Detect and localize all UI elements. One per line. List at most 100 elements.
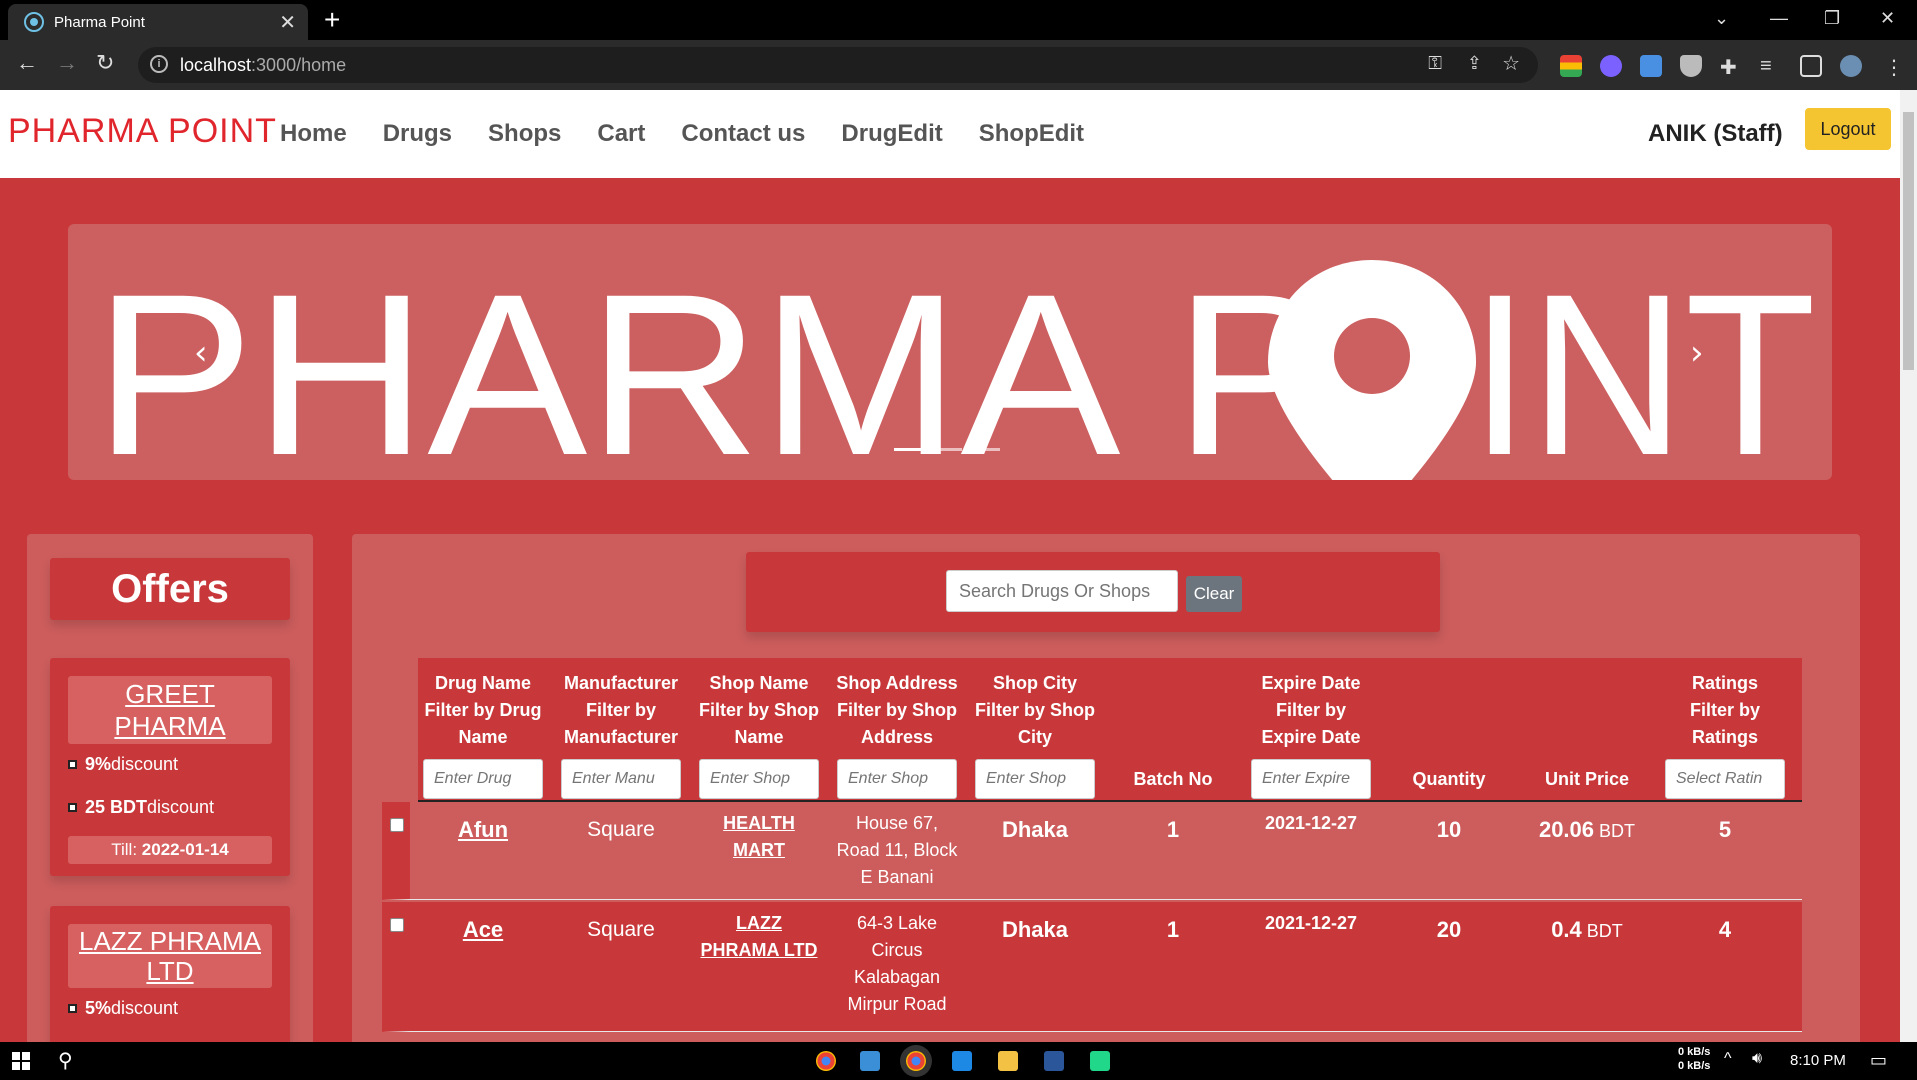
- back-icon[interactable]: ←: [16, 50, 38, 76]
- chrome-icon[interactable]: [816, 1051, 836, 1071]
- logout-button[interactable]: Logout: [1805, 108, 1891, 150]
- cell-shop-name[interactable]: HEALTH MART: [694, 810, 824, 864]
- offer-shop-name[interactable]: LAZZ PHRAMA LTD: [68, 924, 272, 988]
- nav-cart[interactable]: Cart: [597, 120, 645, 148]
- share-icon[interactable]: ⇪: [1467, 53, 1482, 74]
- nav-drugs[interactable]: Drugs: [383, 120, 452, 148]
- windows-start-icon[interactable]: [12, 1052, 30, 1070]
- offers-panel: Offers GREET PHARMA 9% discount 25 BDT d…: [27, 534, 313, 1066]
- header-expire: Expire Date Filter by Expire Date: [1246, 670, 1376, 799]
- media-icon[interactable]: ≡: [1760, 55, 1782, 77]
- shop-name-line: MART: [733, 840, 785, 860]
- scrollbar-thumb[interactable]: [1903, 112, 1914, 370]
- cell-shop-address: House 67, Road 11, Block E Banani: [832, 810, 962, 891]
- header-label: City: [1017, 727, 1052, 747]
- react-icon: [24, 12, 44, 32]
- nav-contact[interactable]: Contact us: [681, 120, 805, 148]
- info-icon[interactable]: i: [150, 55, 168, 73]
- puzzle-icon[interactable]: ✚: [1720, 55, 1742, 79]
- carousel-prev-icon[interactable]: ‹: [194, 333, 208, 373]
- price-value: 0.4: [1551, 917, 1582, 942]
- reload-icon[interactable]: ↻: [96, 50, 114, 76]
- search-box: Clear: [746, 552, 1440, 632]
- shop-address-filter-input[interactable]: [837, 759, 957, 799]
- close-tab-icon[interactable]: ✕: [279, 10, 296, 35]
- extension-color-icon[interactable]: [1560, 55, 1582, 77]
- table-row[interactable]: Afun Square HEALTH MART House 67, Road 1…: [382, 802, 1802, 900]
- table-row[interactable]: Ace Square LAZZ PHRAMA LTD 64-3 Lake Cir…: [382, 902, 1802, 1032]
- cell-batch: 1: [1166, 917, 1180, 942]
- cell-drug[interactable]: Afun: [418, 816, 548, 843]
- word-icon[interactable]: [1044, 1051, 1064, 1071]
- carousel-indicator[interactable]: [894, 448, 924, 451]
- carousel-next-icon[interactable]: ›: [1690, 333, 1704, 373]
- clock[interactable]: 8:10 PM: [1790, 1052, 1846, 1069]
- shield-icon[interactable]: [1680, 55, 1702, 77]
- translate-icon[interactable]: [1640, 55, 1662, 77]
- cell-manufacturer: Square: [587, 818, 655, 841]
- tab-search-icon[interactable]: ⌄: [1714, 8, 1729, 29]
- header-label: Shop City: [993, 673, 1077, 693]
- tab-title: Pharma Point: [54, 13, 145, 31]
- url-host: localhost: [180, 54, 252, 75]
- pycharm-icon[interactable]: [1090, 1051, 1110, 1071]
- nav-drugedit[interactable]: DrugEdit: [841, 120, 942, 148]
- offer-shop-name[interactable]: GREET PHARMA: [68, 676, 272, 744]
- file-explorer-icon[interactable]: [998, 1051, 1018, 1071]
- cell-expire: 2021-12-27: [1264, 813, 1358, 833]
- address-line: Road 11, Block: [836, 840, 958, 860]
- forward-icon[interactable]: →: [56, 50, 78, 76]
- nav-home[interactable]: Home: [280, 120, 347, 148]
- app-navbar: PHARMA POINT Home Drugs Shops Cart Conta…: [0, 90, 1900, 178]
- avatar[interactable]: [1840, 55, 1862, 77]
- restore-icon[interactable]: ❐: [1824, 8, 1840, 29]
- page-scrollbar[interactable]: [1900, 90, 1917, 1042]
- chrome-active-icon[interactable]: [906, 1051, 926, 1071]
- row-checkbox[interactable]: [390, 918, 404, 932]
- cell-shop-name[interactable]: LAZZ PHRAMA LTD: [694, 910, 824, 964]
- manufacturer-filter-input[interactable]: [561, 759, 681, 799]
- shop-city-filter-input[interactable]: [975, 759, 1095, 799]
- close-window-icon[interactable]: ✕: [1880, 8, 1895, 29]
- volume-icon[interactable]: 🔊︎: [1752, 1050, 1762, 1068]
- browser-tab[interactable]: Pharma Point ✕: [8, 4, 308, 40]
- bookmark-star-icon[interactable]: ☆: [1502, 51, 1520, 76]
- net-down: 0 kB/s: [1678, 1060, 1711, 1072]
- browser-tab-bar: Pharma Point ✕ + ⌄ — ❐ ✕: [0, 0, 1917, 40]
- clear-button[interactable]: Clear: [1186, 576, 1242, 612]
- header-label: Filter by Shop: [698, 700, 819, 720]
- shop-name-filter-input[interactable]: [699, 759, 819, 799]
- header-drug: Drug Name Filter by Drug Name: [418, 670, 548, 799]
- address-line: Kalabagan: [853, 967, 941, 987]
- nav-shops[interactable]: Shops: [488, 120, 561, 148]
- drug-filter-input[interactable]: [423, 759, 543, 799]
- cell-drug[interactable]: Ace: [418, 916, 548, 943]
- app-icon[interactable]: [860, 1051, 880, 1071]
- expire-filter-input[interactable]: [1251, 759, 1371, 799]
- carousel-indicator[interactable]: [970, 448, 1000, 451]
- header-unit-price: Unit Price: [1544, 769, 1630, 789]
- currency-label: BDT: [1594, 821, 1636, 841]
- brand-logo[interactable]: PHARMA POINT: [8, 112, 277, 151]
- notification-icon[interactable]: ▭: [1870, 1050, 1887, 1071]
- key-icon[interactable]: ⚿: [1428, 53, 1442, 74]
- carousel-indicator[interactable]: [932, 448, 962, 451]
- cell-expire: 2021-12-27: [1264, 913, 1358, 933]
- extension-at-icon[interactable]: [1600, 55, 1622, 77]
- minimize-icon[interactable]: —: [1770, 8, 1788, 29]
- chevron-up-icon[interactable]: ^: [1724, 1050, 1732, 1068]
- offer-till: Till: 2022-01-14: [68, 836, 272, 864]
- vscode-icon[interactable]: [952, 1051, 972, 1071]
- search-icon[interactable]: ⚲: [58, 1048, 73, 1073]
- nav-shopedit[interactable]: ShopEdit: [979, 120, 1084, 148]
- cell-batch: 1: [1166, 817, 1180, 842]
- ratings-filter-select[interactable]: [1665, 759, 1785, 799]
- search-input[interactable]: [946, 570, 1178, 612]
- sidepanel-icon[interactable]: [1800, 55, 1822, 77]
- menu-icon[interactable]: ⋮: [1884, 55, 1906, 79]
- discount-label: discount: [111, 754, 179, 774]
- currency-label: BDT: [1581, 921, 1623, 941]
- new-tab-icon[interactable]: +: [324, 4, 340, 36]
- address-bar[interactable]: i localhost:3000/home ⚿ ⇪ ☆: [138, 47, 1538, 83]
- row-checkbox[interactable]: [390, 818, 404, 832]
